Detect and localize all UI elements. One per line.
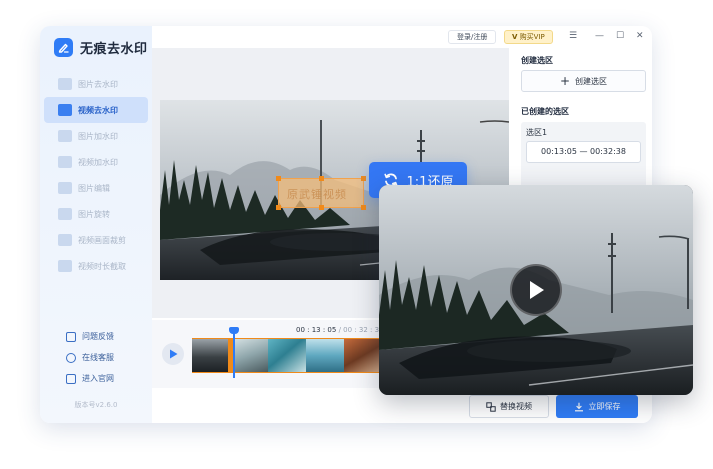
resize-handle-bottom[interactable] <box>319 205 324 210</box>
website-link[interactable]: 进入官网 <box>66 368 114 389</box>
customer-service-icon <box>66 352 76 363</box>
thumbnail-frame <box>268 339 306 372</box>
selection-time-range[interactable]: 00:13:05 — 00:32:38 <box>526 141 641 163</box>
rotate-icon <box>58 208 72 220</box>
playhead[interactable] <box>233 330 235 378</box>
total-time: 00 : 32 : 38 <box>343 326 384 334</box>
sidebar-item-video-add-watermark[interactable]: 视频加水印 <box>44 149 148 175</box>
maximize-icon[interactable]: ☐ <box>616 30 624 42</box>
app-logo: 无痕去水印 <box>54 38 148 57</box>
buy-vip-button[interactable]: V 购买VIP <box>504 30 553 44</box>
menu-icon[interactable]: ☰ <box>569 30 577 42</box>
save-now-button[interactable]: 立即保存 <box>556 395 638 418</box>
create-selection-title: 创建选区 <box>521 56 553 65</box>
replace-icon <box>486 401 496 412</box>
thumbnail-frame <box>306 339 344 372</box>
create-selection-button[interactable]: + 创建选区 <box>521 70 646 92</box>
selection-name: 选区1 <box>526 128 548 137</box>
result-preview[interactable] <box>379 185 693 395</box>
sidebar-item-image-remove-watermark[interactable]: 图片去水印 <box>44 71 148 97</box>
sidebar-item-label: 视频加水印 <box>78 157 118 167</box>
play-button[interactable] <box>162 343 184 365</box>
resize-handle-bottom-right[interactable] <box>361 205 366 210</box>
sidebar-item-label: 图片旋转 <box>78 209 110 219</box>
video-add-icon <box>58 156 72 168</box>
sidebar-item-video-trim[interactable]: 视频时长截取 <box>44 253 148 279</box>
image-icon <box>58 78 72 90</box>
sidebar-item-label: 图片编辑 <box>78 183 110 193</box>
time-readout: 00 : 13 : 05 / 00 : 32 : 38 <box>296 326 384 334</box>
edit-icon <box>58 182 72 194</box>
sidebar-item-video-remove-watermark[interactable]: 视频去水印 <box>44 97 148 123</box>
sidebar-item-image-edit[interactable]: 图片编辑 <box>44 175 148 201</box>
video-icon <box>58 104 72 116</box>
sidebar-item-label: 视频去水印 <box>78 105 118 115</box>
logo-icon <box>54 38 73 57</box>
replace-video-button[interactable]: 替换视频 <box>469 395 549 418</box>
title-bar: 登录/注册 V 购买VIP ☰ — ☐ ✕ <box>152 26 652 48</box>
version-text: 版本号v2.6.0 <box>74 401 118 409</box>
close-icon[interactable]: ✕ <box>636 30 644 42</box>
sidebar-item-label: 视频时长截取 <box>78 261 126 271</box>
resize-handle-top-right[interactable] <box>361 176 366 181</box>
preview-play-button[interactable] <box>510 264 562 316</box>
sidebar-nav: 图片去水印 视频去水印 图片加水印 视频加水印 图片编辑 图片旋转 视频画面裁剪… <box>44 71 148 279</box>
customer-service-link[interactable]: 在线客服 <box>66 347 114 368</box>
customer-service-label: 在线客服 <box>82 353 114 362</box>
sidebar-item-label: 视频画面裁剪 <box>78 235 126 245</box>
watermark-selection-box[interactable]: 原武锤视频 <box>276 176 366 210</box>
playhead-knob[interactable] <box>229 327 239 334</box>
sidebar-item-label: 图片去水印 <box>78 79 118 89</box>
created-selections-title: 已创建的选区 <box>521 107 569 116</box>
sidebar: 无痕去水印 图片去水印 视频去水印 图片加水印 视频加水印 图片编辑 图片旋转 … <box>40 26 152 423</box>
website-icon <box>66 373 76 384</box>
sidebar-item-video-crop[interactable]: 视频画面裁剪 <box>44 227 148 253</box>
vip-label: 购买VIP <box>519 33 545 41</box>
login-button[interactable]: 登录/注册 <box>448 30 497 44</box>
feedback-link[interactable]: 问题反馈 <box>66 326 114 347</box>
sidebar-item-label: 图片加水印 <box>78 131 118 141</box>
resize-handle-top[interactable] <box>319 176 324 181</box>
feedback-label: 问题反馈 <box>82 332 114 341</box>
vip-icon: V <box>512 33 518 41</box>
play-icon <box>530 281 544 299</box>
thumbnail-frame <box>344 339 382 372</box>
sidebar-links: 问题反馈 在线客服 进入官网 <box>66 326 114 389</box>
image-add-icon <box>58 130 72 142</box>
current-time: 00 : 13 : 05 <box>296 326 337 334</box>
create-selection-label: 创建选区 <box>575 76 608 86</box>
resize-handle-bottom-left[interactable] <box>276 205 281 210</box>
app-name: 无痕去水印 <box>80 42 148 57</box>
replace-video-label: 替换视频 <box>500 402 532 411</box>
thumbnail-frame <box>192 339 230 372</box>
thumbnail-frame <box>230 339 268 372</box>
sidebar-item-image-rotate[interactable]: 图片旋转 <box>44 201 148 227</box>
minimize-icon[interactable]: — <box>595 30 604 42</box>
resize-handle-top-left[interactable] <box>276 176 281 181</box>
stage: 无痕去水印 图片去水印 视频去水印 图片加水印 视频加水印 图片编辑 图片旋转 … <box>0 0 713 469</box>
download-icon <box>574 402 583 411</box>
feedback-icon <box>66 331 76 342</box>
play-icon <box>169 349 177 359</box>
selection-card[interactable]: 选区1 00:13:05 — 00:32:38 <box>521 122 646 188</box>
crop-icon <box>58 234 72 246</box>
website-label: 进入官网 <box>82 374 114 383</box>
plus-icon: + <box>559 74 571 88</box>
save-now-label: 立即保存 <box>588 402 621 411</box>
watermark-text: 原武锤视频 <box>287 188 347 201</box>
sidebar-item-image-add-watermark[interactable]: 图片加水印 <box>44 123 148 149</box>
trim-icon <box>58 260 72 272</box>
